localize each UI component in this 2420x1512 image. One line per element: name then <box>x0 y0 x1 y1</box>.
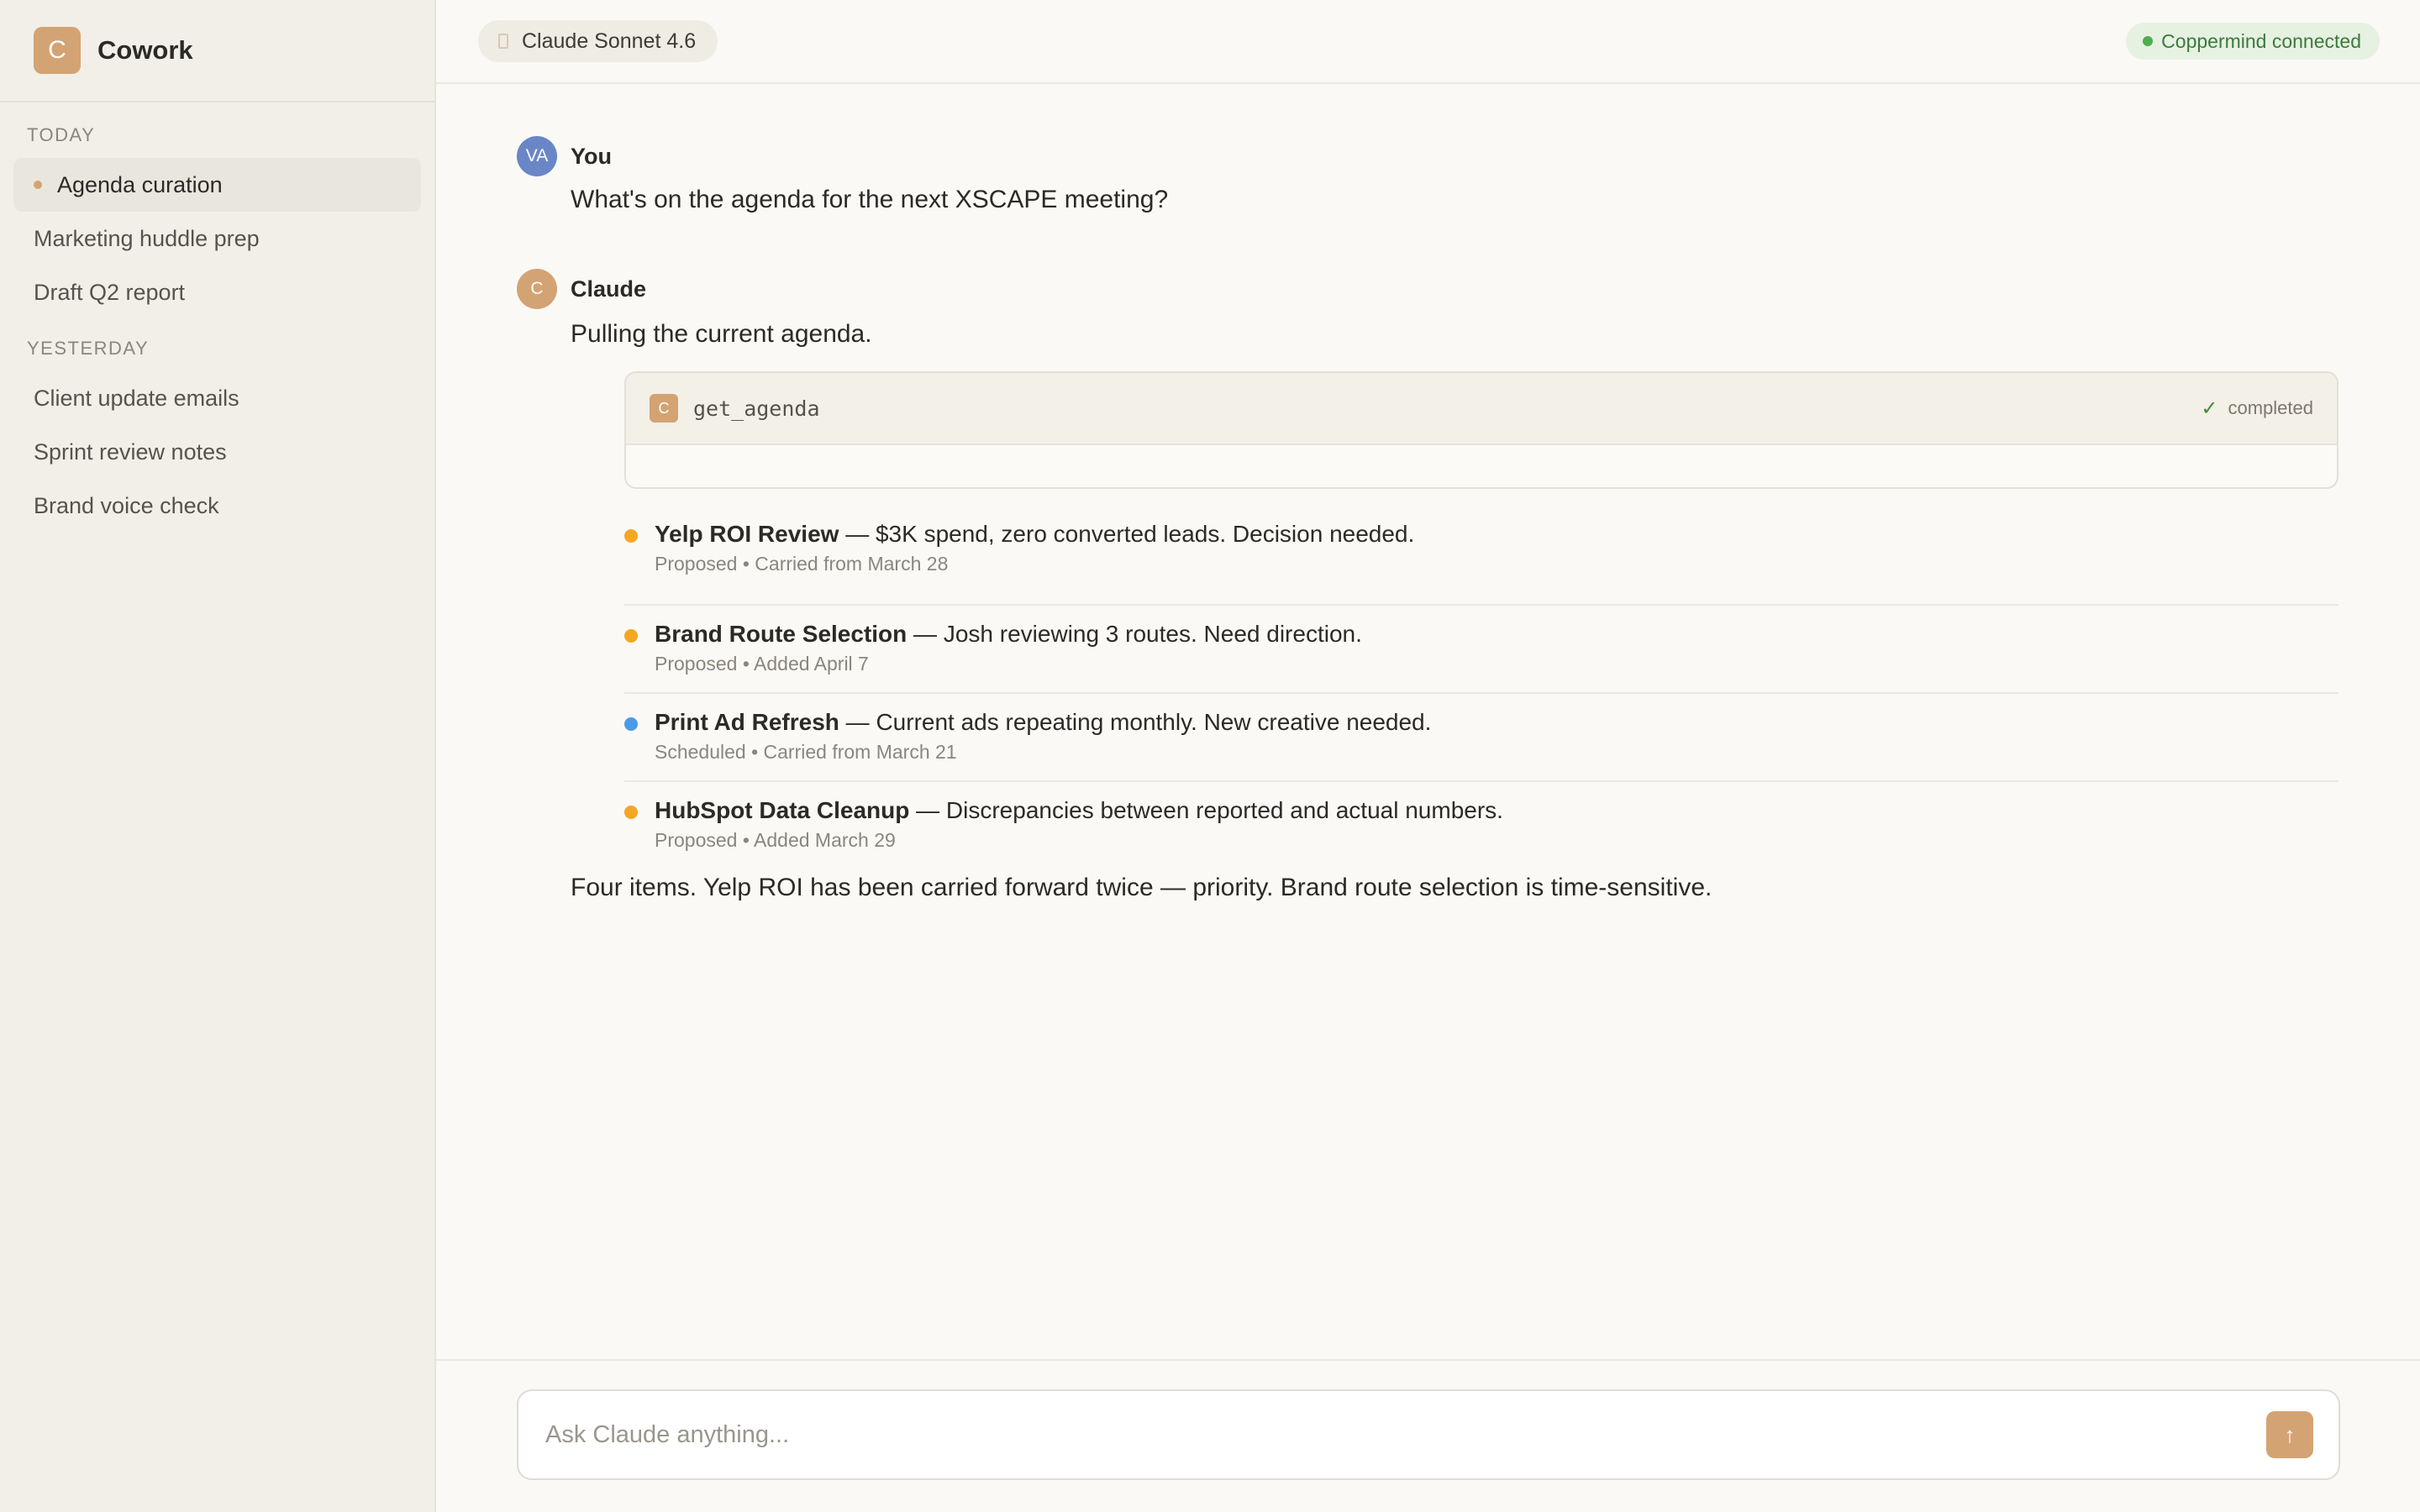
sidebar-item-sprint-review-notes[interactable]: Sprint review notes <box>13 425 421 479</box>
assistant-avatar: C <box>517 269 557 309</box>
active-dot-icon <box>34 181 42 189</box>
agenda-item: Yelp ROI Review — $3K spend, zero conver… <box>624 517 2338 606</box>
tool-status: ✓ completed <box>2201 396 2313 421</box>
model-icon <box>498 34 508 49</box>
main-panel: Claude Sonnet 4.6 Coppermind connected V… <box>436 0 2420 1512</box>
composer: ↑ <box>517 1389 2340 1480</box>
agenda-item-detail: — Josh reviewing 3 routes. Need directio… <box>907 621 1362 647</box>
agenda-item-line: HubSpot Data Cleanup — Discrepancies bet… <box>655 794 2338 827</box>
agenda-item-line: Brand Route Selection — Josh reviewing 3… <box>655 617 2338 651</box>
section-label-today: TODAY <box>27 124 96 145</box>
message-text: What's on the agenda for the next XSCAPE… <box>571 186 1169 213</box>
message-header: VA You <box>517 136 2340 176</box>
tool-call-title: C get_agenda <box>650 394 820 423</box>
status-dot-icon <box>624 717 638 731</box>
sidebar-item-label: Brand voice check <box>34 492 219 518</box>
agenda-item-title: Yelp ROI Review <box>655 521 839 547</box>
sidebar: C Cowork TODAY Agenda curation Marketing… <box>0 0 436 1512</box>
tool-name: get_agenda <box>693 396 820 421</box>
app-logo-icon: C <box>34 27 81 74</box>
app-name: Cowork <box>97 35 193 65</box>
agenda-item-detail: — $3K spend, zero converted leads. Decis… <box>839 521 1415 547</box>
agenda-item-title: HubSpot Data Cleanup <box>655 797 910 823</box>
model-name: Claude Sonnet 4.6 <box>522 29 697 53</box>
agenda-item-meta: Proposed • Added March 29 <box>655 829 896 851</box>
connection-status-text: Coppermind connected <box>2161 29 2361 52</box>
agenda-item: HubSpot Data Cleanup — Discrepancies bet… <box>624 782 2338 858</box>
assistant-message: C Claude Pulling the current agenda. C g… <box>517 269 2340 905</box>
message-author: Claude <box>571 276 647 302</box>
message-input[interactable] <box>545 1420 2266 1449</box>
sidebar-item-draft-q2-report[interactable]: Draft Q2 report <box>13 265 421 319</box>
arrow-up-icon: ↑ <box>2284 1421 2296 1447</box>
brand-header: C Cowork <box>0 0 434 102</box>
message-header: C Claude <box>517 269 2340 309</box>
agenda-item: Print Ad Refresh — Current ads repeating… <box>624 694 2338 782</box>
status-dot-icon <box>624 529 638 543</box>
agenda-item-line: Yelp ROI Review — $3K spend, zero conver… <box>655 517 2338 551</box>
sidebar-item-label: Marketing huddle prep <box>34 225 260 251</box>
user-avatar: VA <box>517 136 557 176</box>
sidebar-item-brand-voice-check[interactable]: Brand voice check <box>13 479 421 533</box>
sidebar-item-label: Draft Q2 report <box>34 279 186 305</box>
agenda-item-detail: — Current ads repeating monthly. New cre… <box>839 709 1432 735</box>
agenda-item-meta: Scheduled • Carried from March 21 <box>655 741 957 763</box>
agenda-item-line: Print Ad Refresh — Current ads repeating… <box>655 706 2338 739</box>
sidebar-item-marketing-huddle-prep[interactable]: Marketing huddle prep <box>13 212 421 265</box>
message-author: You <box>571 143 612 169</box>
agenda-item-meta: Proposed • Carried from March 28 <box>655 553 949 575</box>
model-selector[interactable]: Claude Sonnet 4.6 <box>478 20 718 62</box>
agenda-item-meta: Proposed • Added April 7 <box>655 653 869 675</box>
section-label-yesterday: YESTERDAY <box>27 338 150 359</box>
sidebar-item-label: Agenda curation <box>57 171 223 197</box>
user-message: VA You What's on the agenda for the next… <box>517 136 2340 217</box>
agenda-list: Yelp ROI Review — $3K spend, zero conver… <box>624 517 2338 858</box>
sidebar-item-label: Client update emails <box>34 385 239 411</box>
check-icon: ✓ <box>2201 396 2218 420</box>
agenda-item: Brand Route Selection — Josh reviewing 3… <box>624 606 2338 694</box>
tool-call-card[interactable]: C get_agenda ✓ completed <box>624 371 2338 489</box>
sidebar-item-agenda-curation[interactable]: Agenda curation <box>13 158 421 212</box>
connection-status-badge: Coppermind connected <box>2126 23 2380 60</box>
composer-area: ↑ <box>436 1359 2420 1512</box>
send-button[interactable]: ↑ <box>2266 1411 2313 1458</box>
message-text: Pulling the current agenda. <box>571 320 872 348</box>
app-window: C Cowork TODAY Agenda curation Marketing… <box>0 0 2420 1512</box>
sidebar-item-client-update-emails[interactable]: Client update emails <box>13 371 421 425</box>
chat-thread: VA You What's on the agenda for the next… <box>517 136 2340 905</box>
top-bar: Claude Sonnet 4.6 Coppermind connected <box>436 0 2420 84</box>
tool-status-text: completed <box>2228 397 2313 418</box>
sidebar-item-label: Sprint review notes <box>34 438 227 465</box>
status-dot-icon <box>624 629 638 643</box>
tool-icon: C <box>650 394 678 423</box>
agenda-item-title: Print Ad Refresh <box>655 709 839 735</box>
agenda-item-detail: — Discrepancies between reported and act… <box>909 797 1503 823</box>
tool-call-header[interactable]: C get_agenda ✓ completed <box>626 373 2337 445</box>
message-text: Four items. Yelp ROI has been carried fo… <box>571 874 1712 901</box>
agenda-item-title: Brand Route Selection <box>655 621 908 647</box>
status-dot-icon <box>624 806 638 819</box>
status-dot-icon <box>2143 36 2154 46</box>
